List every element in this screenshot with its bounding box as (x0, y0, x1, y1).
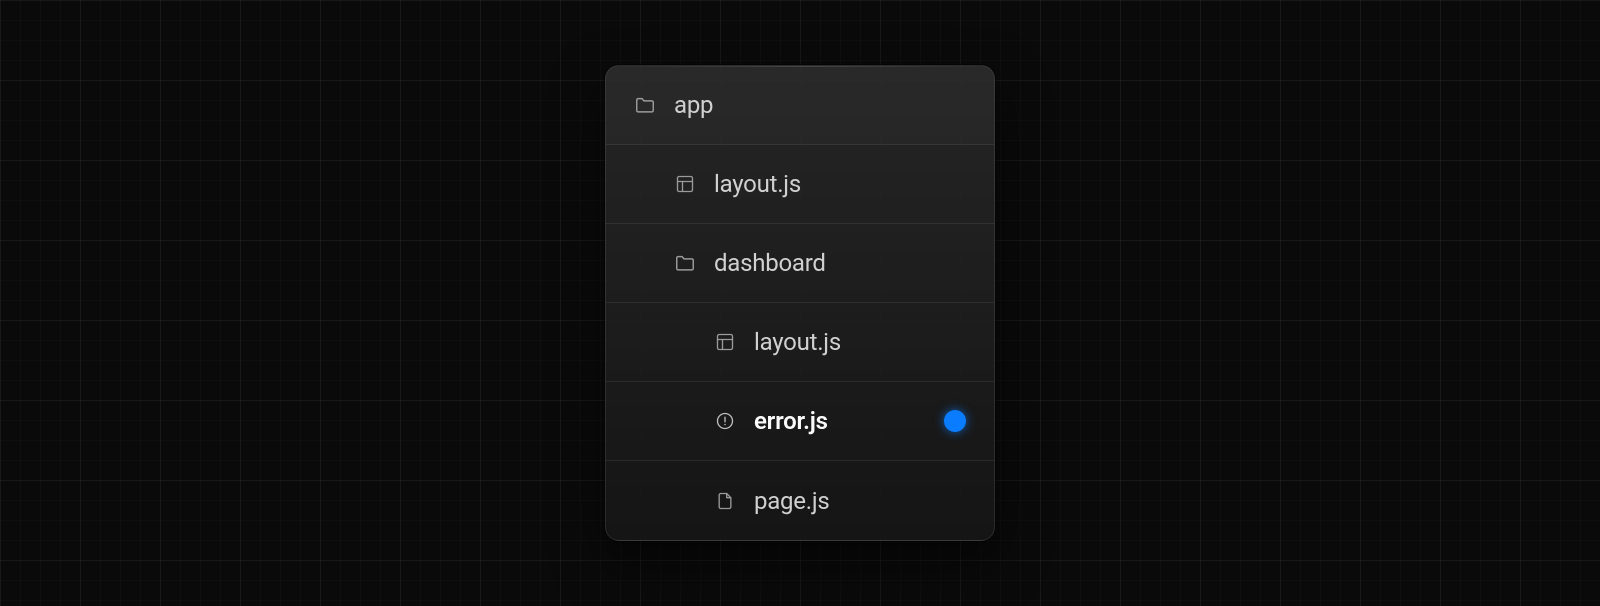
tree-item-label: app (674, 91, 713, 119)
tree-item-label: layout.js (754, 328, 841, 356)
tree-item-label: page.js (754, 487, 830, 515)
tree-item-layout-nested[interactable]: layout.js (606, 303, 994, 382)
tree-item-label: layout.js (714, 170, 801, 198)
layout-icon (674, 173, 696, 195)
file-icon (714, 490, 736, 512)
tree-item-layout[interactable]: layout.js (606, 145, 994, 224)
tree-item-label: error.js (754, 407, 828, 435)
tree-item-page[interactable]: page.js (606, 461, 994, 540)
tree-item-error[interactable]: error.js (606, 382, 994, 461)
error-icon (714, 410, 736, 432)
tree-item-label: dashboard (714, 249, 826, 277)
layout-icon (714, 331, 736, 353)
active-indicator-dot (944, 410, 966, 432)
folder-icon (634, 94, 656, 116)
tree-item-app[interactable]: app (606, 66, 994, 145)
tree-item-dashboard[interactable]: dashboard (606, 224, 994, 303)
folder-icon (674, 252, 696, 274)
file-tree-panel: app layout.js dashboard layout.j (605, 65, 995, 541)
